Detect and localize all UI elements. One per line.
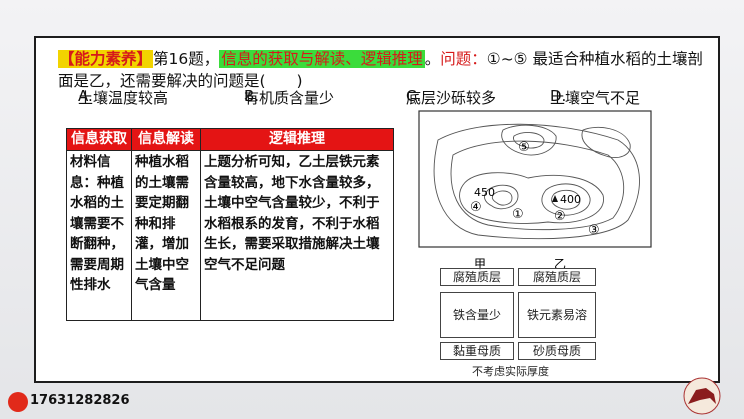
map-label-3: ③ <box>588 223 600 238</box>
map-label-2: ② <box>554 209 566 224</box>
analysis-table: 信息获取 信息解读 逻辑推理 材料信息：种植水稻的土壤需要不断翻种，需要周期性排… <box>66 128 394 321</box>
question-number: 第16题， <box>153 50 220 68</box>
contour-map: ⑤ 450 ④ ① 400 ② ③ <box>418 110 652 248</box>
cell-info-get: 材料信息：种植水稻的土壤需要不断翻种，需要周期性排水 <box>66 150 132 321</box>
skill-highlight: 信息的获取与解读、逻辑推理 <box>219 50 425 68</box>
ability-tag: 【能力素养】 <box>58 50 154 68</box>
megaphone-icon <box>8 392 28 412</box>
cell-info-read: 种植水稻的土壤需要定期翻种和排灌，增加土壤中空气含量 <box>131 150 201 321</box>
right-layer-3: 砂质母质 <box>518 342 596 360</box>
question-text: 【能力素养】第16题， 信息的获取与解读、逻辑推理 。问题：①~⑤ 最适合种植水稻的… <box>58 48 718 92</box>
elevation-450: 450 <box>474 186 495 199</box>
header-logic: 逻辑推理 <box>200 128 394 151</box>
right-layer-1: 腐殖质层 <box>518 268 596 286</box>
phone-number: 17631282826 <box>30 393 130 408</box>
header-info-get: 信息获取 <box>66 128 132 151</box>
peak-400: 400 <box>560 193 581 206</box>
map-label-4: ④ <box>470 200 482 215</box>
right-layer-2: 铁元素易溶 <box>518 292 596 338</box>
punctuation: 。 <box>424 50 441 68</box>
left-layer-3: 黏重母质 <box>440 342 514 360</box>
horse-logo-icon <box>683 377 721 415</box>
left-layer-2: 铁含量少 <box>440 292 514 338</box>
profile-note: 不考虑实际厚度 <box>472 365 549 378</box>
map-label-5: ⑤ <box>518 140 530 155</box>
header-info-read: 信息解读 <box>131 128 201 151</box>
prompt-label: 问题： <box>440 50 487 68</box>
map-border <box>418 110 652 248</box>
cell-logic: 上题分析可知，乙土层铁元素含量较高，地下水含量较多，土壤中空气含量较少，不利于水… <box>200 150 394 321</box>
map-label-1: ① <box>512 207 524 222</box>
left-layer-1: 腐殖质层 <box>440 268 514 286</box>
